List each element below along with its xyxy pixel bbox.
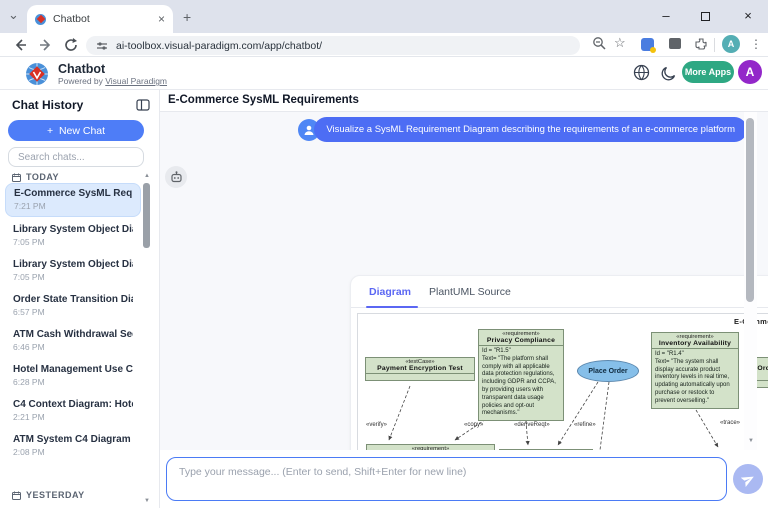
- tab-search-chevron-icon[interactable]: ⌄: [8, 8, 19, 22]
- sidebar-scroll-down-icon[interactable]: ▼: [144, 498, 150, 504]
- edge-label-refine: «refine»: [574, 422, 596, 428]
- active-tab-underline: [366, 306, 418, 308]
- node-inventory-availability[interactable]: «requirement» Inventory Availability Id …: [651, 332, 739, 409]
- zoom-indicator-icon[interactable]: [592, 36, 607, 51]
- bot-avatar: [165, 166, 187, 188]
- window-close-button[interactable]: ×: [740, 8, 756, 23]
- today-section-label: TODAY: [12, 172, 59, 182]
- url-text: ai-toolbox.visual-paradigm.com/app/chatb…: [116, 40, 322, 52]
- chat-scrollbar-thumb[interactable]: [746, 118, 754, 302]
- node-body: Id = "R1.5"Text= "The platform shall com…: [479, 345, 563, 420]
- language-globe-icon[interactable]: [633, 64, 650, 81]
- conversation-title: E-Commerce SysML Requirements: [168, 94, 359, 106]
- conversation-titlebar: E-Commerce SysML Requirements: [160, 90, 768, 112]
- chat-list-item[interactable]: ATM System C4 Diagram2:08 PM: [5, 430, 141, 462]
- node-payment-encryption-test[interactable]: «testCase» Payment Encryption Test: [365, 357, 475, 381]
- site-settings-icon[interactable]: [96, 40, 108, 52]
- chat-list-item[interactable]: C4 Context Diagram: Hotel ...2:21 PM: [5, 395, 141, 427]
- message-input-bar: [160, 450, 768, 508]
- send-plane-icon: [741, 472, 756, 487]
- edge-label-copy: «copy»: [464, 422, 483, 428]
- chat-list-item[interactable]: E-Commerce SysML Require...7:21 PM: [5, 183, 141, 217]
- reload-icon[interactable]: [63, 37, 79, 53]
- extensions-puzzle-icon[interactable]: [694, 37, 708, 51]
- new-chat-button[interactable]: + New Chat: [8, 120, 144, 141]
- window-minimize-button[interactable]: –: [658, 8, 674, 23]
- chat-history-sidebar: Chat History + New Chat TODAY E-Commerce…: [0, 90, 160, 508]
- chat-list-item[interactable]: ATM Cash Withdrawal Seque...6:46 PM: [5, 325, 141, 357]
- visual-paradigm-link[interactable]: Visual Paradigm: [105, 76, 167, 86]
- chat-list-item[interactable]: Library System Object Diagr...7:05 PM: [5, 255, 141, 287]
- chat-list-item[interactable]: Order State Transition Diagra...6:57 PM: [5, 290, 141, 322]
- url-bar[interactable]: ai-toolbox.visual-paradigm.com/app/chatb…: [86, 36, 580, 55]
- node-body: [366, 373, 474, 380]
- edge-label-verify: «verify»: [366, 422, 387, 428]
- node-body: Id = "R1.4"Text= "The system shall displ…: [652, 348, 738, 408]
- usecase-place-order[interactable]: Place Order: [577, 360, 639, 382]
- visual-paradigm-logo: [24, 61, 50, 87]
- send-button[interactable]: [733, 464, 763, 494]
- tab-title: Chatbot: [53, 13, 158, 25]
- toolbar-divider: [714, 38, 715, 52]
- powered-by: Powered by Visual Paradigm: [58, 76, 167, 86]
- user-message-bubble: Visualize a SysML Requirement Diagram de…: [314, 117, 747, 142]
- search-chats-input[interactable]: [8, 147, 144, 167]
- chat-list: E-Commerce SysML Require...7:21 PM Libra…: [5, 183, 141, 465]
- robot-icon: [170, 171, 183, 184]
- chat-list-item[interactable]: Hotel Management Use Case6:28 PM: [5, 360, 141, 392]
- yesterday-section-label: YESTERDAY: [12, 490, 85, 500]
- more-apps-button[interactable]: More Apps: [682, 61, 734, 83]
- browser-tabstrip: ⌄ Chatbot × + – ×: [0, 0, 768, 33]
- calendar-icon: [12, 173, 21, 182]
- collapse-panel-icon[interactable]: [136, 99, 150, 111]
- node-privacy-compliance[interactable]: «requirement» Privacy Compliance Id = "R…: [478, 329, 564, 421]
- sidebar-scroll-up-icon[interactable]: ▲: [144, 173, 150, 179]
- sidebar-scrollbar[interactable]: [143, 183, 150, 248]
- chat-area: Visualize a SysML Requirement Diagram de…: [160, 112, 768, 450]
- app-window: ⌄ Chatbot × + – × ai-toolbox.visual-para…: [0, 0, 768, 508]
- bookmark-star-icon[interactable]: ☆: [614, 35, 626, 51]
- app-title: Chatbot: [58, 62, 105, 76]
- dark-mode-moon-icon[interactable]: [661, 65, 677, 81]
- tab-close-icon[interactable]: ×: [158, 13, 165, 25]
- calendar-icon: [12, 491, 21, 500]
- edge-label-derivereqt: «deriveReqt»: [514, 422, 550, 428]
- extension-icon[interactable]: [641, 38, 654, 51]
- plus-icon: +: [47, 125, 53, 137]
- browser-profile-avatar[interactable]: A: [722, 35, 740, 53]
- browser-menu-kebab-icon[interactable]: ⋮: [750, 37, 762, 51]
- user-avatar[interactable]: A: [738, 60, 762, 84]
- edge-label-trace: «trace»: [720, 420, 740, 426]
- chat-scroll-down-icon[interactable]: ▼: [748, 438, 754, 444]
- chat-list-item[interactable]: Library System Object Diagr...7:05 PM: [5, 220, 141, 252]
- new-tab-button[interactable]: +: [183, 9, 191, 25]
- browser-tab[interactable]: Chatbot ×: [27, 5, 173, 33]
- person-icon: [303, 124, 315, 136]
- sidepanel-icon[interactable]: [669, 38, 681, 49]
- tab-plantuml-source[interactable]: PlantUML Source: [429, 286, 511, 298]
- forward-icon[interactable]: [38, 37, 54, 53]
- message-input[interactable]: [166, 457, 727, 501]
- tab-diagram[interactable]: Diagram: [369, 286, 411, 298]
- card-tabs: Diagram PlantUML Source: [351, 276, 768, 308]
- sidebar-title: Chat History: [12, 98, 83, 112]
- back-icon[interactable]: [12, 37, 28, 53]
- site-favicon-icon: [35, 14, 46, 25]
- window-maximize-button[interactable]: [701, 12, 710, 21]
